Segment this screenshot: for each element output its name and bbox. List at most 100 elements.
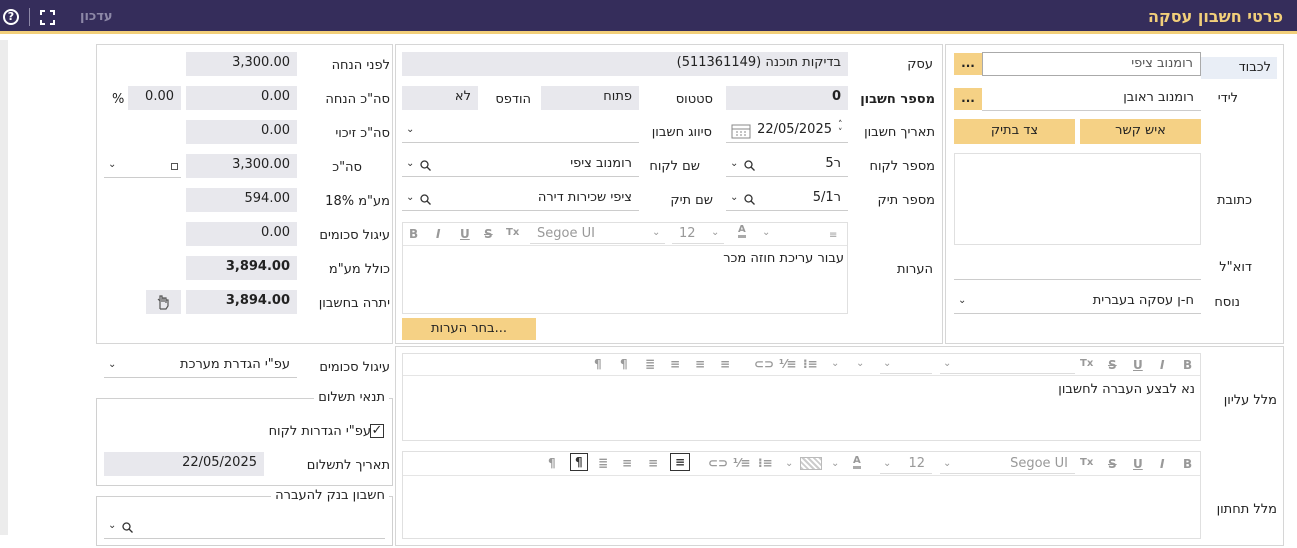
toolbar-more-icon[interactable]: ≡ <box>829 230 837 241</box>
chevron-down-icon[interactable]: ⌄ <box>406 124 414 135</box>
email-field[interactable] <box>954 256 1201 280</box>
attn-dots-button[interactable]: ... <box>954 88 982 110</box>
align-right-icon[interactable]: ≡ <box>720 357 730 371</box>
align-left-icon[interactable]: ≡ <box>622 456 632 470</box>
balance-action-button[interactable] <box>146 290 181 314</box>
rounding-method-select[interactable]: עפ"י הגדרת מערכת <box>104 354 297 378</box>
justify-icon[interactable]: ≣ <box>645 357 655 371</box>
align-left-icon[interactable]: ≡ <box>670 357 680 371</box>
choose-notes-button[interactable]: בחר הערות... <box>402 318 536 340</box>
file-name-field[interactable]: ציפי שכירות דירה <box>402 187 639 211</box>
bold-button[interactable]: B <box>409 227 418 241</box>
strike-button[interactable]: S <box>1108 457 1117 471</box>
bold-button[interactable]: B <box>1183 457 1192 471</box>
chevron-down-icon[interactable]: ⌄ <box>711 227 719 238</box>
chevron-down-icon[interactable]: ⌄ <box>958 295 966 306</box>
clear-format-button[interactable]: Tx <box>1080 457 1093 468</box>
chevron-down-icon[interactable]: ⌄ <box>406 192 414 203</box>
lower-font-select[interactable]: Segoe UI <box>940 454 1075 474</box>
notes-text[interactable]: עבור עריכת חוזה מכר <box>723 251 844 266</box>
hand-icon <box>157 295 169 310</box>
discount-pct-value[interactable]: 0.00 <box>128 86 181 110</box>
link-icon[interactable]: ⊂⊃ <box>754 357 774 371</box>
attn-field[interactable]: רומנוב ראובן <box>982 87 1201 111</box>
total-label: סה"כ <box>332 160 362 175</box>
chevron-down-icon[interactable]: ⌄ <box>108 520 116 531</box>
chevron-down-icon[interactable]: ⌄ <box>108 159 116 170</box>
underline-button[interactable]: U <box>1133 358 1143 372</box>
bullet-list-icon[interactable]: ⁝≡ <box>758 456 773 470</box>
help-icon[interactable]: ? <box>3 9 19 25</box>
align-center-icon[interactable]: ≡ <box>648 456 658 470</box>
address-label: כתובת <box>1216 193 1252 208</box>
calendar-icon[interactable] <box>731 123 751 139</box>
chevron-down-icon[interactable]: ⌄ <box>831 458 839 469</box>
to-dots-button[interactable]: ... <box>954 53 982 75</box>
clear-format-button[interactable]: Tx <box>1080 358 1093 369</box>
italic-button[interactable]: I <box>436 227 440 241</box>
numbered-list-icon[interactable]: ⅟≡ <box>733 456 750 470</box>
chevron-down-icon[interactable]: ⌄ <box>762 227 770 238</box>
rtl-icon[interactable]: ¶ <box>620 357 628 371</box>
date-spinner-icon[interactable]: ˄ ˅ <box>838 121 843 138</box>
underline-button[interactable]: U <box>1133 457 1143 471</box>
attn-label: לידי <box>1217 91 1238 106</box>
upper-text-content[interactable]: נא לבצע העברה לחשבון <box>1058 382 1195 397</box>
party-in-file-button[interactable]: צד בתיק <box>954 119 1075 144</box>
italic-button[interactable]: I <box>1160 358 1164 372</box>
currency-icon <box>171 163 178 170</box>
bold-button[interactable]: B <box>1183 358 1192 372</box>
link-icon[interactable]: ⊂⊃ <box>708 456 728 470</box>
chevron-down-icon[interactable]: ⌄ <box>883 358 891 369</box>
bullet-list-icon[interactable]: ⁝≡ <box>803 357 818 371</box>
discount-value: 0.00 <box>186 86 297 110</box>
chevron-down-icon[interactable]: ⌄ <box>730 158 738 169</box>
justify-icon[interactable]: ≣ <box>598 456 608 470</box>
by-client-settings-checkbox[interactable]: ✓ <box>370 424 384 438</box>
clear-format-button[interactable]: Tx <box>506 227 519 238</box>
address-textarea[interactable] <box>954 153 1201 245</box>
contact-button[interactable]: איש קשר <box>1080 119 1201 144</box>
chevron-down-icon[interactable]: ⌄ <box>730 192 738 203</box>
underline-button[interactable]: U <box>460 227 470 241</box>
search-icon[interactable] <box>420 194 431 205</box>
search-icon[interactable] <box>744 194 755 205</box>
notes-font-select[interactable]: Segoe UI <box>530 224 665 244</box>
upper-font-select[interactable] <box>940 355 1075 374</box>
numbered-list-icon[interactable]: ⅟≡ <box>779 357 796 371</box>
align-right-icon[interactable]: ≡ <box>670 453 691 471</box>
bank-account-select[interactable] <box>104 515 385 539</box>
chevron-down-icon[interactable]: ⌄ <box>943 458 951 469</box>
font-color-button[interactable]: A <box>853 456 861 469</box>
ltr-icon[interactable]: ¶ <box>548 456 556 470</box>
chevron-down-icon[interactable]: ⌄ <box>831 358 839 369</box>
bank-account-legend: חשבון בנק להעברה <box>271 488 389 503</box>
chevron-down-icon[interactable]: ⌄ <box>943 358 951 369</box>
chevron-down-icon[interactable]: ⌄ <box>883 458 891 469</box>
due-date-value: 22/05/2025 <box>104 452 264 476</box>
italic-button[interactable]: I <box>1160 457 1164 471</box>
background-color-icon[interactable] <box>800 457 822 470</box>
update-button[interactable]: עדכון <box>80 9 113 24</box>
chevron-down-icon[interactable]: ⌄ <box>856 358 864 369</box>
strike-button[interactable]: S <box>1108 358 1117 372</box>
chevron-down-icon[interactable]: ⌄ <box>406 158 414 169</box>
rtl-icon[interactable]: ¶ <box>570 453 588 471</box>
template-select[interactable]: ח-ן עסקה בעברית <box>954 290 1201 314</box>
strike-button[interactable]: S <box>484 227 493 241</box>
align-center-icon[interactable]: ≡ <box>695 357 705 371</box>
font-color-button[interactable]: A <box>738 225 746 238</box>
chevron-down-icon[interactable]: ⌄ <box>652 227 660 238</box>
chevron-down-icon[interactable]: ⌄ <box>108 359 116 370</box>
to-field[interactable]: רומנוב ציפי <box>982 52 1201 76</box>
client-name-field[interactable]: רומנוב ציפי <box>402 153 639 177</box>
fullscreen-icon[interactable] <box>40 10 55 25</box>
search-icon[interactable] <box>122 522 133 533</box>
left-scrollbar[interactable] <box>0 40 8 535</box>
ltr-icon[interactable]: ¶ <box>594 357 602 371</box>
chevron-down-icon[interactable]: ⌄ <box>785 458 793 469</box>
discount-label: סה"כ הנחה <box>325 92 390 107</box>
classification-select[interactable] <box>402 119 639 143</box>
search-icon[interactable] <box>744 160 755 171</box>
search-icon[interactable] <box>420 160 431 171</box>
